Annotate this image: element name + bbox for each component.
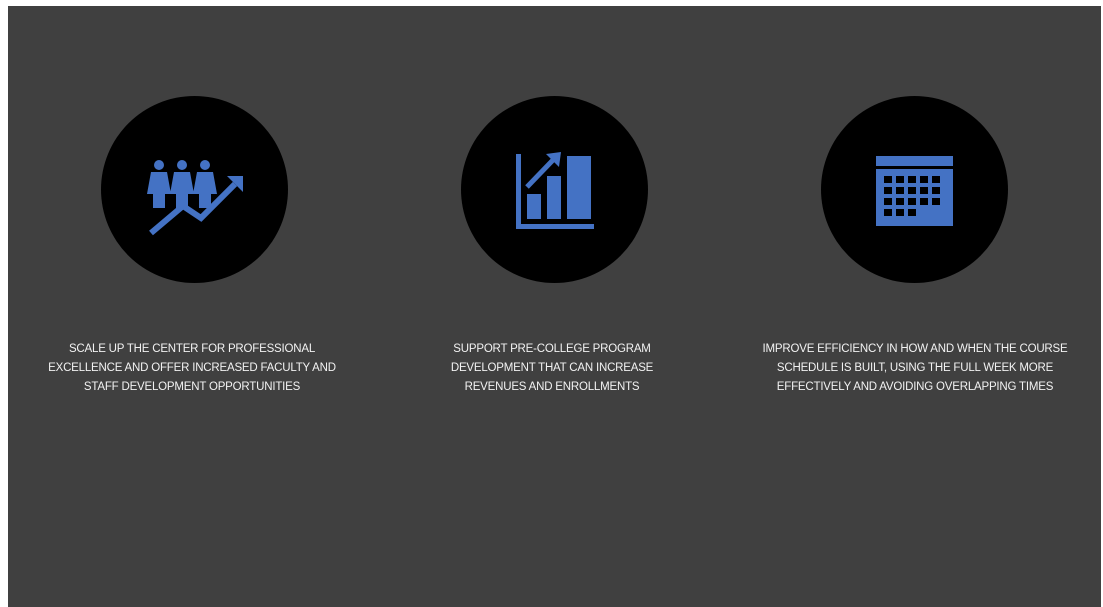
goal-column-course-schedule: IMPROVE EFFICIENCY IN HOW AND WHEN THE C… xyxy=(754,6,1074,607)
goal-column-pre-college: SUPPORT PRE-COLLEGE PROGRAM DEVELOPMENT … xyxy=(394,6,714,607)
goal-column-professional-excellence: SCALE UP THE CENTER FOR PROFESSIONAL EXC… xyxy=(34,6,354,607)
icon-circle xyxy=(461,96,648,283)
bar-chart-growth-icon xyxy=(516,152,594,229)
goal-caption: IMPROVE EFFICIENCY IN HOW AND WHEN THE C… xyxy=(762,343,1068,393)
icon-circle xyxy=(821,96,1008,283)
goal-caption: SCALE UP THE CENTER FOR PROFESSIONAL EXC… xyxy=(48,343,336,393)
people-growth-icon xyxy=(147,160,243,236)
slide: SCALE UP THE CENTER FOR PROFESSIONAL EXC… xyxy=(8,6,1101,607)
calendar-icon xyxy=(876,156,953,226)
icon-circle xyxy=(101,96,288,283)
goal-caption: SUPPORT PRE-COLLEGE PROGRAM DEVELOPMENT … xyxy=(450,343,654,393)
